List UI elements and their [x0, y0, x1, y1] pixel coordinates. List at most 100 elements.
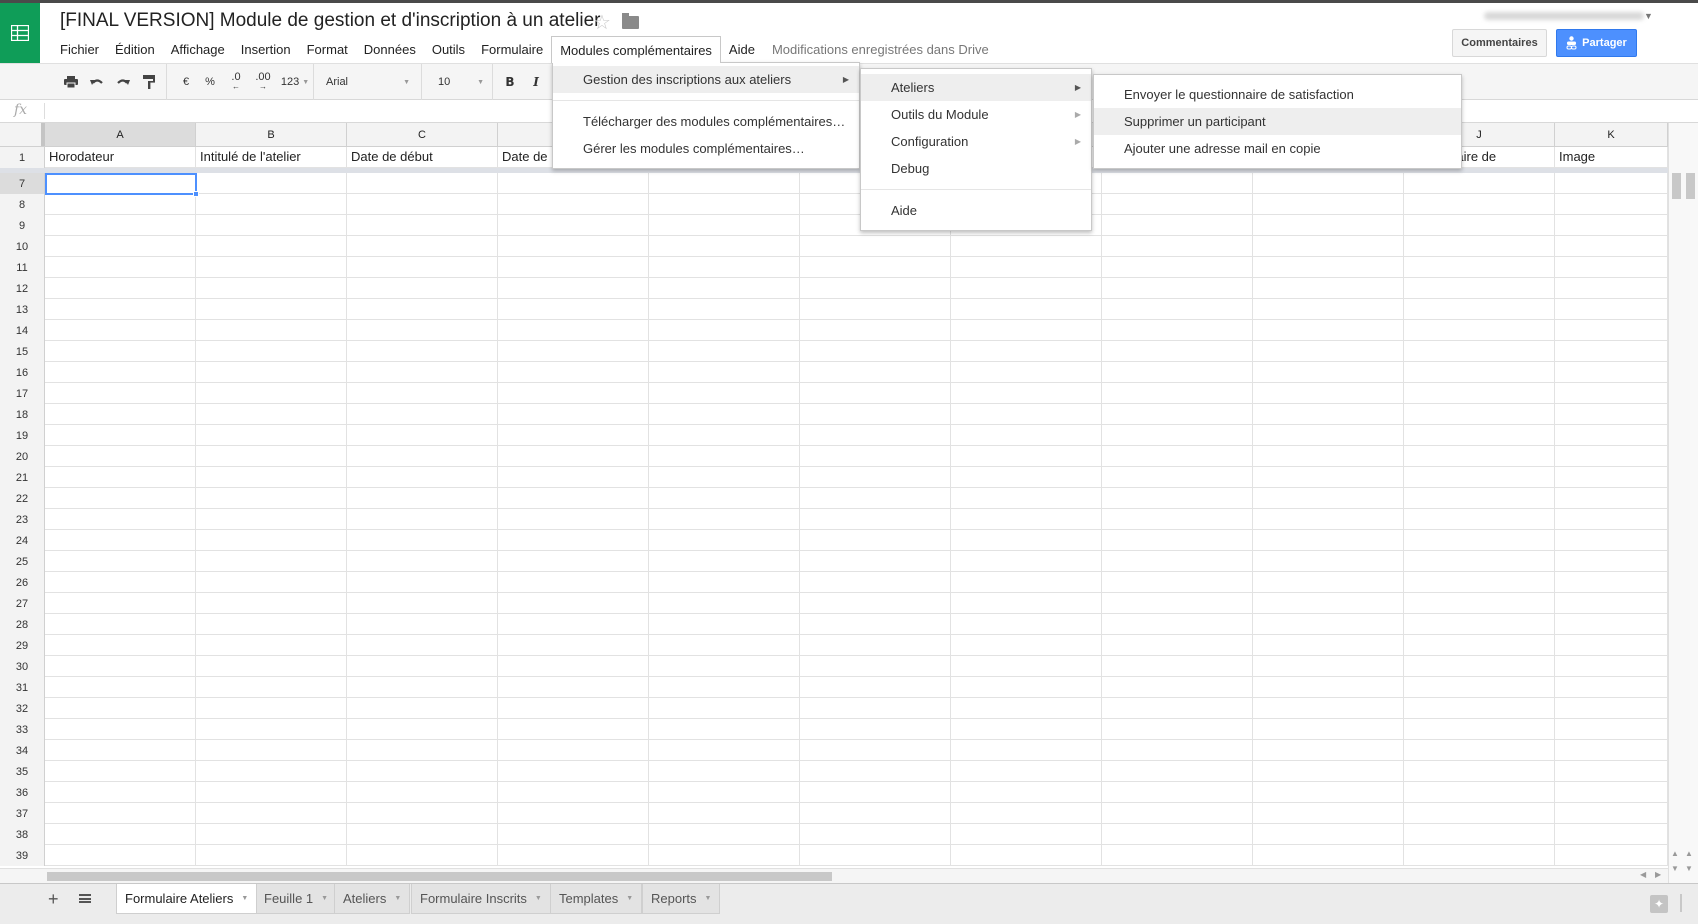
cell[interactable]: [1253, 383, 1404, 403]
cell[interactable]: [951, 341, 1102, 361]
cell[interactable]: [45, 383, 196, 403]
cell[interactable]: [1102, 446, 1253, 466]
cell[interactable]: [1404, 467, 1555, 487]
cell[interactable]: [1253, 362, 1404, 382]
cell[interactable]: [1404, 719, 1555, 739]
cell[interactable]: [649, 299, 800, 319]
row-number[interactable]: 13: [0, 299, 45, 320]
cell[interactable]: [800, 614, 951, 634]
cell[interactable]: [951, 320, 1102, 340]
paint-format-button[interactable]: [138, 64, 160, 100]
row-number[interactable]: 33: [0, 719, 45, 740]
cell[interactable]: [1555, 740, 1668, 760]
cell[interactable]: [196, 320, 347, 340]
font-size-dropdown[interactable]: 10 ▼: [424, 64, 492, 100]
horizontal-scrollbar[interactable]: ◀ ▶: [0, 868, 1668, 883]
sheet-tab-templates[interactable]: Templates ▼: [550, 884, 643, 914]
cell[interactable]: [347, 383, 498, 403]
cell[interactable]: [649, 509, 800, 529]
cell[interactable]: [1404, 320, 1555, 340]
menu-affichage[interactable]: Affichage: [163, 36, 233, 63]
cell[interactable]: [800, 803, 951, 823]
menu-item-ajouter-adresse-copie[interactable]: Ajouter une adresse mail en copie: [1094, 135, 1461, 162]
cell[interactable]: [800, 425, 951, 445]
cell[interactable]: [800, 740, 951, 760]
cell[interactable]: [1253, 257, 1404, 277]
cell[interactable]: [1555, 467, 1668, 487]
cell[interactable]: [1253, 509, 1404, 529]
cell[interactable]: [498, 404, 649, 424]
cell[interactable]: [1404, 173, 1555, 193]
cell[interactable]: [347, 236, 498, 256]
scroll-up-icon[interactable]: ▲: [1685, 849, 1693, 858]
cell[interactable]: [1555, 446, 1668, 466]
row-number[interactable]: 10: [0, 236, 45, 257]
cell[interactable]: [196, 551, 347, 571]
cell[interactable]: [498, 698, 649, 718]
account-dropdown-icon[interactable]: ▼: [1644, 11, 1653, 21]
cell[interactable]: [1555, 677, 1668, 697]
bold-button[interactable]: B: [500, 64, 520, 100]
cell[interactable]: [1102, 530, 1253, 550]
cell[interactable]: [800, 845, 951, 865]
cell[interactable]: [1253, 656, 1404, 676]
cell[interactable]: [1253, 551, 1404, 571]
row-number[interactable]: 11: [0, 257, 45, 278]
row-number[interactable]: 9: [0, 215, 45, 236]
cell[interactable]: [1102, 425, 1253, 445]
cell[interactable]: [347, 257, 498, 277]
menu-item-debug[interactable]: Debug: [861, 155, 1091, 182]
cell[interactable]: [951, 278, 1102, 298]
cell[interactable]: [45, 572, 196, 592]
cell[interactable]: [347, 677, 498, 697]
cell[interactable]: [800, 278, 951, 298]
cell[interactable]: [1404, 761, 1555, 781]
cell[interactable]: [1102, 299, 1253, 319]
cell[interactable]: [45, 425, 196, 445]
row-number[interactable]: 7: [0, 173, 45, 194]
cell[interactable]: [1253, 740, 1404, 760]
menu-item-gestion-inscriptions[interactable]: Gestion des inscriptions aux ateliers ▶: [553, 66, 859, 93]
cell[interactable]: [498, 740, 649, 760]
scroll-down-icon[interactable]: ▼: [1671, 864, 1679, 873]
cell[interactable]: [45, 803, 196, 823]
cell[interactable]: [649, 782, 800, 802]
cell[interactable]: [498, 173, 649, 193]
font-family-dropdown[interactable]: Arial ▼: [318, 64, 418, 100]
cell[interactable]: [347, 593, 498, 613]
cell[interactable]: [951, 698, 1102, 718]
cell[interactable]: [1555, 845, 1668, 865]
cell[interactable]: [1253, 719, 1404, 739]
cell[interactable]: [1102, 509, 1253, 529]
cell[interactable]: [649, 698, 800, 718]
share-button[interactable]: Partager: [1556, 29, 1637, 57]
cell[interactable]: [1253, 845, 1404, 865]
cell[interactable]: [347, 467, 498, 487]
cell[interactable]: [1555, 698, 1668, 718]
cell-b1[interactable]: Intitulé de l'atelier: [196, 147, 347, 167]
horizontal-scroll-thumb[interactable]: [47, 872, 832, 881]
cell[interactable]: [45, 824, 196, 844]
cell[interactable]: [347, 614, 498, 634]
row-number[interactable]: 15: [0, 341, 45, 362]
cell[interactable]: [1102, 173, 1253, 193]
cell[interactable]: [196, 173, 347, 193]
cell[interactable]: [498, 530, 649, 550]
cell[interactable]: [1253, 446, 1404, 466]
cell[interactable]: [45, 488, 196, 508]
row-number[interactable]: 36: [0, 782, 45, 803]
cell[interactable]: [1555, 299, 1668, 319]
cell[interactable]: [196, 236, 347, 256]
cell[interactable]: [1404, 845, 1555, 865]
cell[interactable]: [1253, 467, 1404, 487]
cell[interactable]: [800, 236, 951, 256]
cell[interactable]: [1404, 593, 1555, 613]
cell[interactable]: [649, 656, 800, 676]
row-number[interactable]: 26: [0, 572, 45, 593]
cell[interactable]: [196, 509, 347, 529]
cell[interactable]: [498, 425, 649, 445]
percent-format-button[interactable]: %: [200, 64, 220, 100]
cell[interactable]: [649, 467, 800, 487]
cell[interactable]: [347, 782, 498, 802]
cell[interactable]: [649, 257, 800, 277]
